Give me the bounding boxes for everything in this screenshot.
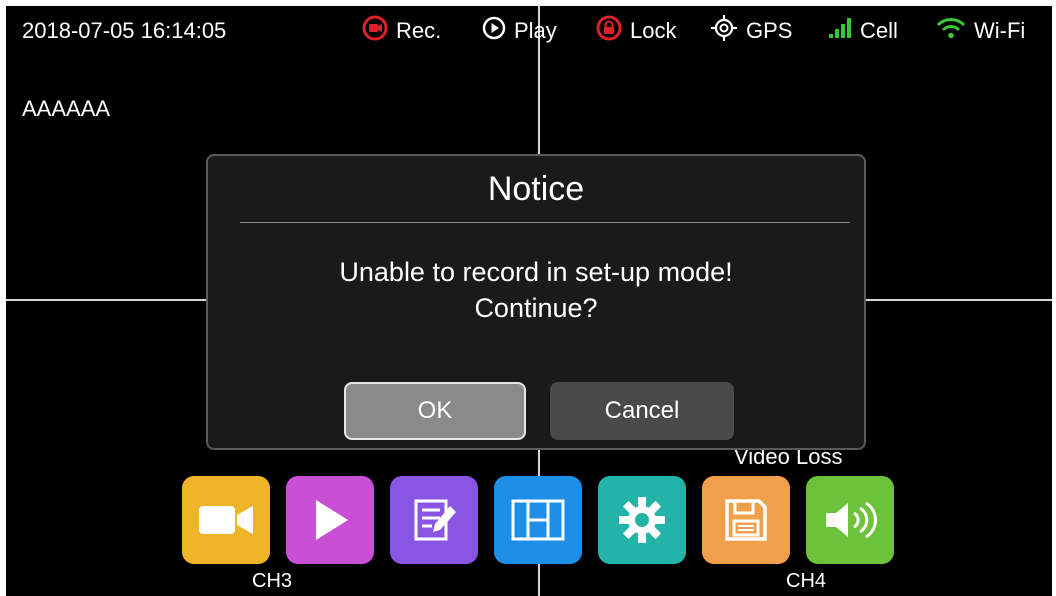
dvr-screen: 2018-07-05 16:14:05 AAAAAA Rec. Play Loc…: [6, 6, 1052, 596]
datetime: 2018-07-05 16:14:05: [22, 18, 227, 43]
layout-button[interactable]: [494, 476, 582, 564]
status-rec: Rec.: [362, 15, 442, 47]
lock-icon: [596, 15, 622, 47]
channel3-label: CH3: [252, 570, 293, 592]
status-wifi: Wi-Fi: [936, 16, 1025, 46]
bottom-toolbar: [182, 476, 894, 564]
status-play: Play: [482, 16, 557, 46]
settings-button[interactable]: [598, 476, 686, 564]
layout-grid-icon: [511, 499, 565, 541]
channel1-label: AAAAAA: [22, 96, 111, 121]
status-cell: Cell: [828, 16, 898, 46]
play-icon: [316, 500, 348, 540]
status-gps-label: GPS: [746, 18, 793, 43]
save-disk-icon: [725, 499, 767, 541]
play-circle-icon: [482, 16, 506, 46]
ok-button[interactable]: OK: [344, 382, 526, 440]
edit-note-icon: [414, 499, 456, 541]
playback-button[interactable]: [286, 476, 374, 564]
settings-gear-icon: [619, 497, 665, 543]
dialog-divider: [240, 222, 850, 223]
status-play-label: Play: [514, 18, 557, 43]
save-button[interactable]: [702, 476, 790, 564]
dialog-message-line1: Unable to record in set-up mode!: [339, 257, 733, 287]
gps-target-icon: [710, 14, 738, 48]
signal-bars-icon: [828, 17, 852, 45]
status-wifi-label: Wi-Fi: [974, 18, 1026, 43]
status-lock-label: Lock: [630, 18, 677, 43]
dialog-message: Unable to record in set-up mode! Continu…: [208, 254, 864, 326]
dialog-message-line2: Continue?: [474, 293, 598, 323]
status-lock: Lock: [596, 15, 677, 47]
wifi-icon: [936, 17, 966, 45]
camera-icon: [199, 506, 253, 534]
log-button[interactable]: [390, 476, 478, 564]
volume-button[interactable]: [806, 476, 894, 564]
record-button[interactable]: [182, 476, 270, 564]
status-gps: GPS: [710, 14, 793, 48]
channel4-label: CH4: [786, 570, 827, 592]
dialog-title: Notice: [487, 170, 585, 208]
record-icon: [362, 15, 388, 47]
status-cell-label: Cell: [860, 18, 898, 43]
notice-dialog: Notice Unable to record in set-up mode! …: [206, 154, 866, 450]
cancel-button[interactable]: Cancel: [550, 382, 734, 440]
volume-icon: [826, 501, 877, 539]
status-rec-label: Rec.: [396, 18, 442, 43]
